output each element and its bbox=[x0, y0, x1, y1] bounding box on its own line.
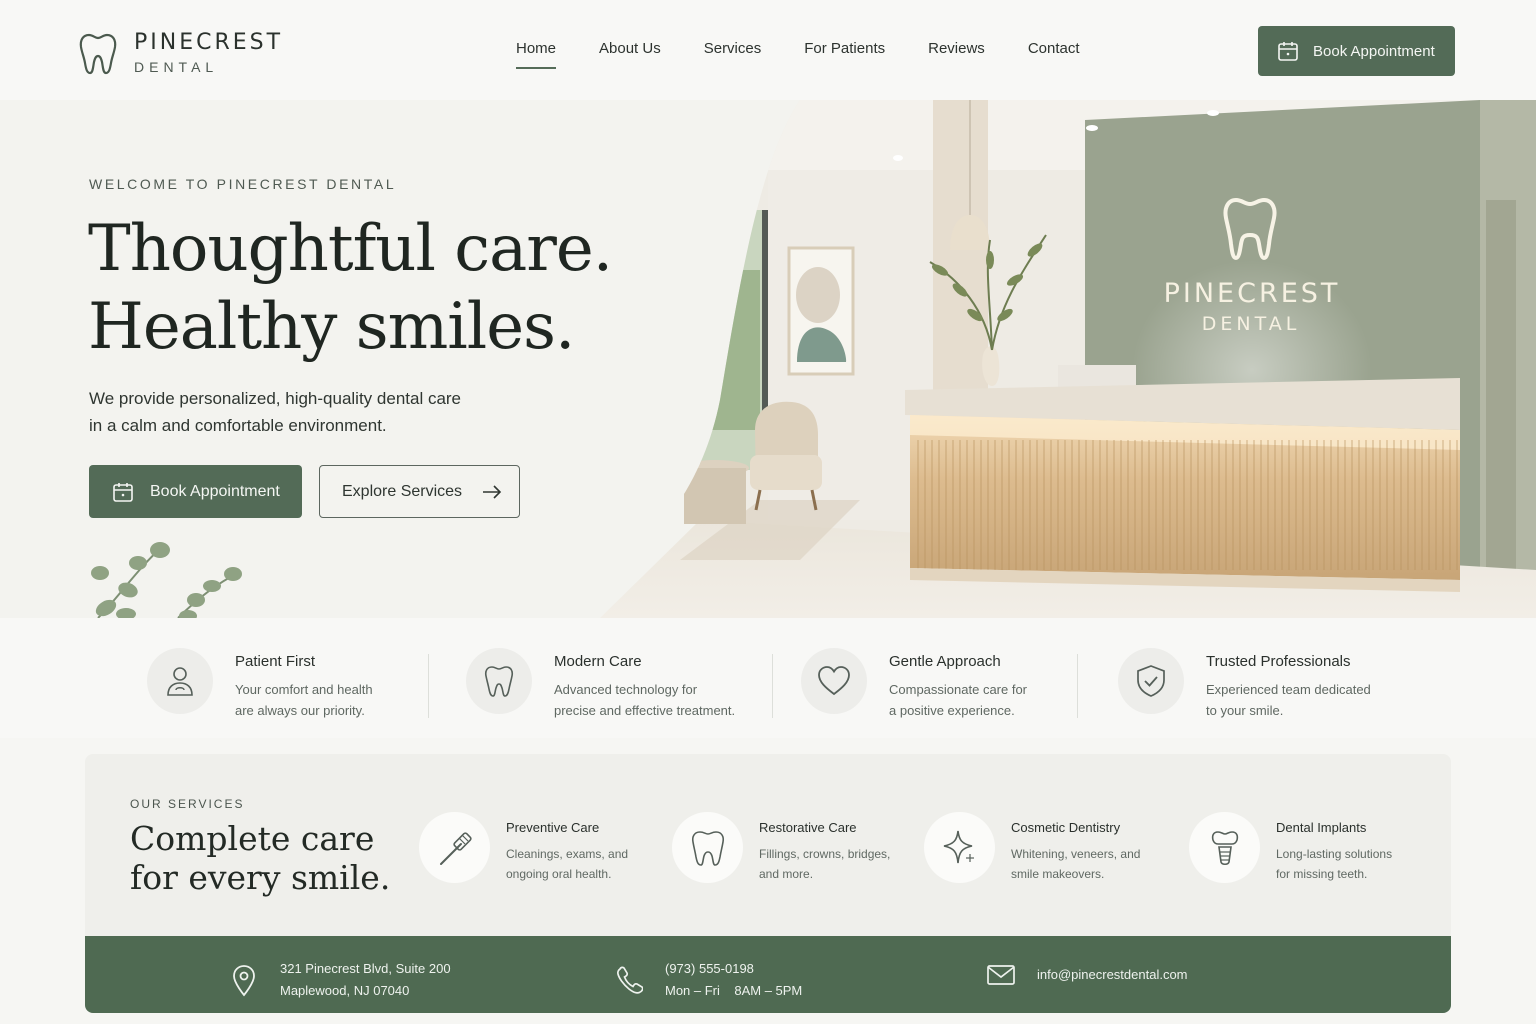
hero-book-appointment-label: Book Appointment bbox=[150, 482, 280, 500]
patient-icon bbox=[167, 667, 193, 696]
hero-headline-line-1: Thoughtful care. bbox=[88, 212, 613, 286]
hero-description-line-2: in a calm and comfortable environment. bbox=[89, 416, 387, 435]
sparkle-icon bbox=[943, 830, 974, 863]
service-cosmetic-dentistry[interactable]: Cosmetic Dentistry Whitening, veneers, a… bbox=[924, 812, 1140, 884]
toothbrush-icon bbox=[439, 831, 472, 865]
feature-description-line-2: are always our priority. bbox=[235, 703, 365, 718]
nav-item-services[interactable]: Services bbox=[704, 40, 762, 67]
service-title: Restorative Care bbox=[759, 820, 857, 835]
service-description-line-2: smile makeovers. bbox=[1011, 867, 1105, 881]
service-title: Dental Implants bbox=[1276, 820, 1367, 835]
services-heading-line-1: Complete care bbox=[130, 819, 375, 858]
nav-item-reviews[interactable]: Reviews bbox=[928, 40, 985, 67]
feature-trusted-professionals: Trusted Professionals Experienced team d… bbox=[1118, 648, 1371, 721]
feature-title: Patient First bbox=[235, 653, 316, 670]
hero-headline: Thoughtful care. Healthy smiles. bbox=[88, 210, 613, 366]
calendar-icon bbox=[1278, 42, 1298, 61]
wall-sign-subtitle: DENTAL bbox=[1202, 313, 1301, 335]
feature-divider bbox=[428, 654, 429, 718]
phone-icon bbox=[617, 966, 643, 994]
service-description-line-1: Cleanings, exams, and bbox=[506, 847, 629, 861]
map-pin-icon bbox=[233, 965, 255, 997]
feature-title: Gentle Approach bbox=[889, 653, 1001, 670]
heart-icon bbox=[818, 666, 850, 696]
contact-phone[interactable]: (973) 555-0198 Mon – Fri 8AM – 5PM bbox=[615, 958, 802, 1002]
calendar-icon bbox=[113, 482, 133, 502]
nav-item-for-patients[interactable]: For Patients bbox=[804, 40, 885, 67]
site-header: PINECREST DENTAL Home About Us Services … bbox=[0, 0, 1536, 100]
service-description-line-1: Fillings, crowns, bridges, bbox=[759, 847, 891, 861]
main-nav: Home About Us Services For Patients Revi… bbox=[516, 40, 1123, 69]
service-description-line-1: Long-lasting solutions bbox=[1276, 847, 1393, 861]
service-preventive-care[interactable]: Preventive Care Cleanings, exams, and on… bbox=[419, 812, 628, 884]
feature-description-line-2: a positive experience. bbox=[889, 703, 1015, 718]
feature-description-line-2: precise and effective treatment. bbox=[554, 703, 736, 718]
arrow-right-icon bbox=[483, 484, 502, 499]
hero-headline-line-2: Healthy smiles. bbox=[88, 290, 575, 364]
eucalyptus-decoration bbox=[91, 542, 242, 618]
tooth-icon bbox=[484, 666, 514, 697]
address-line-1: 321 Pinecrest Blvd, Suite 200 bbox=[280, 961, 451, 976]
feature-divider bbox=[772, 654, 773, 718]
hero-description: We provide personalized, high-quality de… bbox=[89, 385, 509, 439]
shield-check-icon bbox=[1137, 665, 1165, 697]
hero-section: PINECREST DENTAL WELCOME TO PINECREST DE… bbox=[0, 100, 1536, 618]
tooth-icon bbox=[79, 33, 117, 74]
feature-description-line-2: to your smile. bbox=[1206, 703, 1284, 718]
feature-patient-first: Patient First Your comfort and health ar… bbox=[147, 648, 373, 721]
nav-item-home[interactable]: Home bbox=[516, 40, 557, 69]
contact-bar: 321 Pinecrest Blvd, Suite 200 Maplewood,… bbox=[85, 936, 1451, 1013]
phone-number: (973) 555-0198 bbox=[665, 961, 754, 976]
feature-description-line-1: Your comfort and health bbox=[235, 682, 373, 697]
feature-divider bbox=[1077, 654, 1078, 718]
hero-eyebrow: WELCOME TO PINECREST DENTAL bbox=[89, 176, 397, 192]
header-book-appointment-button[interactable]: Book Appointment bbox=[1258, 26, 1455, 76]
brand-name: PINECREST bbox=[134, 30, 284, 55]
envelope-icon bbox=[987, 965, 1015, 985]
brand-logo[interactable]: PINECREST DENTAL bbox=[78, 30, 283, 75]
feature-description-line-1: Compassionate care for bbox=[889, 682, 1028, 697]
service-restorative-care[interactable]: Restorative Care Fillings, crowns, bridg… bbox=[672, 812, 890, 884]
service-dental-implants[interactable]: Dental Implants Long-lasting solutions f… bbox=[1189, 812, 1392, 884]
feature-gentle-approach: Gentle Approach Compassionate care for a… bbox=[801, 648, 1027, 721]
feature-title: Trusted Professionals bbox=[1206, 653, 1351, 670]
service-description-line-1: Whitening, veneers, and bbox=[1011, 847, 1141, 861]
feature-modern-care: Modern Care Advanced technology for prec… bbox=[466, 648, 735, 721]
services-eyebrow: OUR SERVICES bbox=[130, 797, 245, 811]
address-line-2: Maplewood, NJ 07040 bbox=[280, 983, 410, 998]
feature-description-line-1: Advanced technology for bbox=[554, 682, 698, 697]
office-hours: Mon – Fri 8AM – 5PM bbox=[665, 983, 803, 998]
contact-email[interactable]: info@pinecrestdental.com bbox=[987, 958, 1188, 992]
services-heading: Complete care for every smile. bbox=[130, 819, 390, 897]
contact-address[interactable]: 321 Pinecrest Blvd, Suite 200 Maplewood,… bbox=[230, 958, 451, 1002]
service-description-line-2: for missing teeth. bbox=[1276, 867, 1368, 881]
features-strip: Patient First Your comfort and health ar… bbox=[0, 618, 1536, 738]
services-heading-line-2: for every smile. bbox=[130, 858, 391, 897]
wall-sign-name: PINECREST bbox=[1164, 278, 1341, 309]
service-title: Cosmetic Dentistry bbox=[1011, 820, 1121, 835]
feature-title: Modern Care bbox=[554, 653, 642, 670]
service-description-line-2: and more. bbox=[759, 867, 814, 881]
email-address: info@pinecrestdental.com bbox=[1037, 967, 1188, 982]
implant-icon bbox=[1211, 830, 1238, 865]
nav-item-contact[interactable]: Contact bbox=[1028, 40, 1080, 67]
tooth-icon bbox=[691, 830, 724, 866]
hero-book-appointment-button[interactable]: Book Appointment bbox=[89, 465, 302, 518]
explore-services-button[interactable]: Explore Services bbox=[319, 465, 520, 518]
explore-services-label: Explore Services bbox=[342, 482, 463, 500]
feature-description-line-1: Experienced team dedicated bbox=[1206, 682, 1371, 697]
nav-item-about-us[interactable]: About Us bbox=[599, 40, 661, 67]
service-title: Preventive Care bbox=[506, 820, 600, 835]
brand-subtitle: DENTAL bbox=[134, 59, 219, 75]
service-description-line-2: ongoing oral health. bbox=[506, 867, 612, 881]
services-panel: OUR SERVICES Complete care for every smi… bbox=[85, 754, 1451, 1013]
hero-description-line-1: We provide personalized, high-quality de… bbox=[89, 389, 462, 408]
header-book-appointment-label: Book Appointment bbox=[1313, 42, 1435, 60]
